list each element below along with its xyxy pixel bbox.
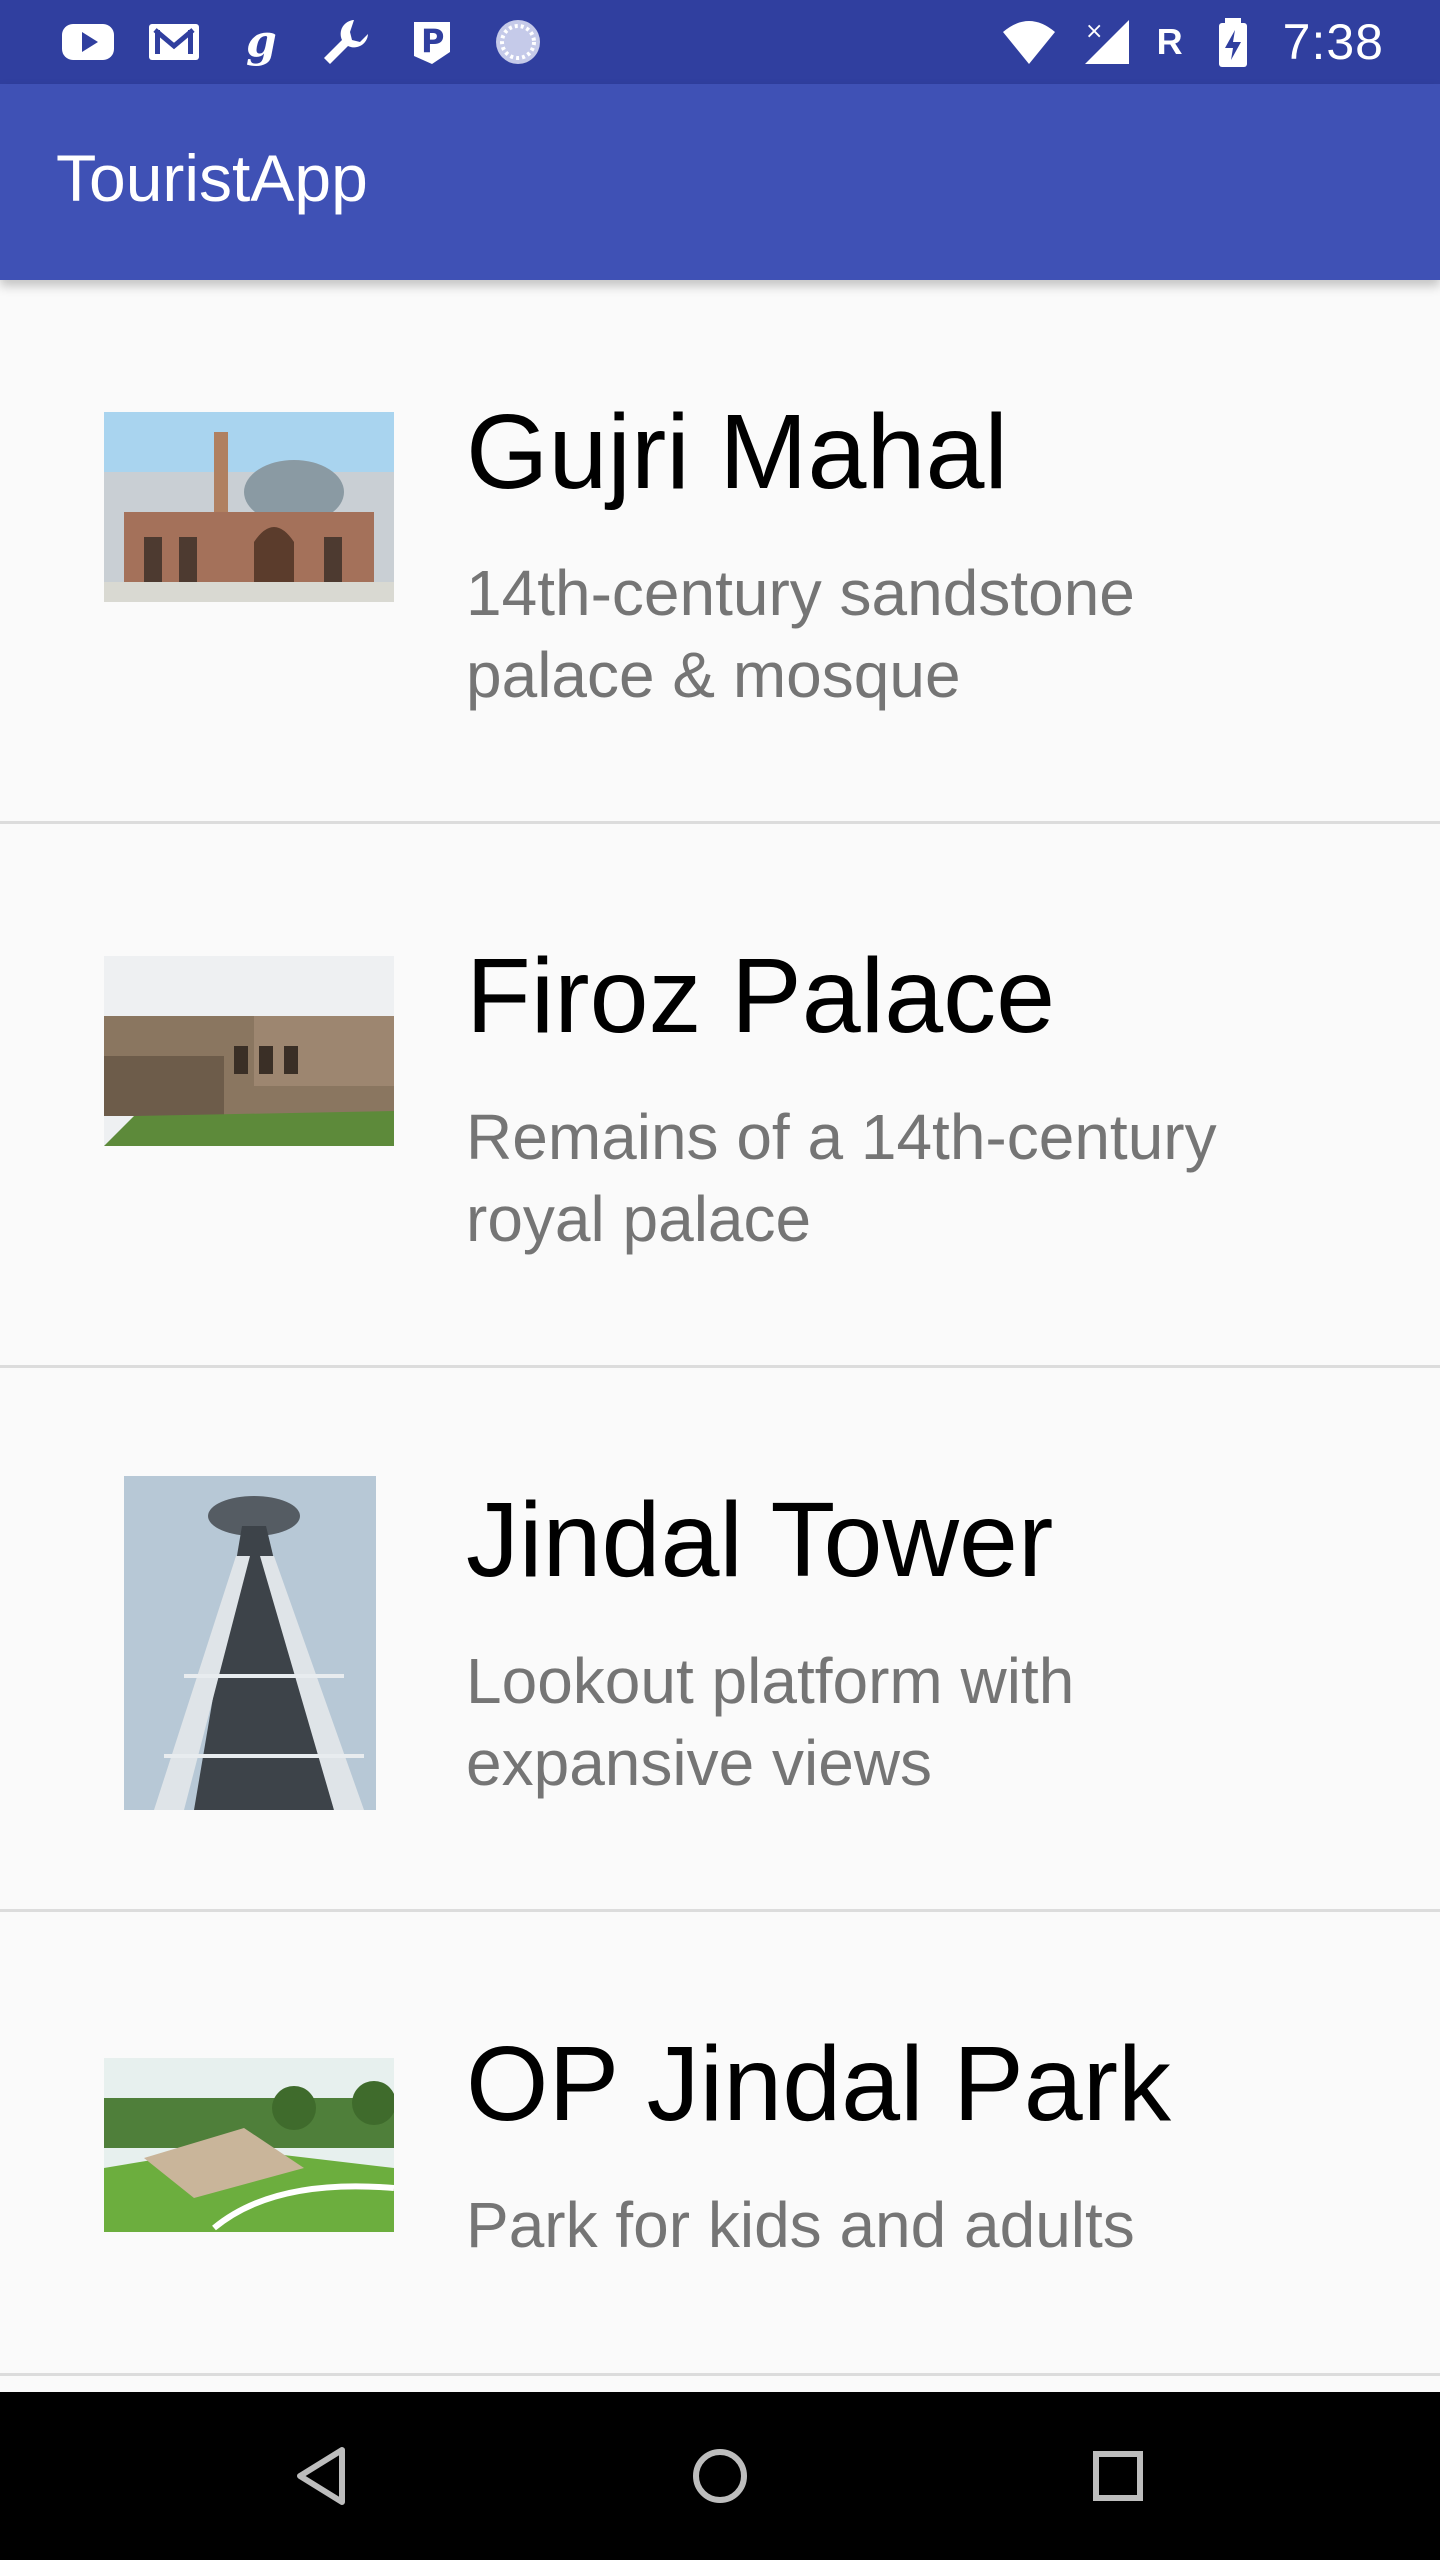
place-name: Firoz Palace (466, 937, 1056, 1055)
places-list: Gujri Mahal 14th-century sandstone palac… (0, 280, 1440, 2376)
status-bar: g P × R 7:38 (0, 0, 1440, 84)
app-title: TouristApp (56, 141, 368, 215)
p-icon: P (404, 14, 460, 70)
gmail-icon (146, 14, 202, 70)
svg-text:P: P (421, 22, 444, 60)
place-description: 14th-century sandstone palace & mosque (466, 557, 1135, 711)
wifi-icon (1001, 14, 1057, 70)
notification-icons: g P (60, 12, 546, 72)
place-name: OP Jindal Park (466, 2025, 1172, 2143)
back-icon[interactable] (282, 2436, 362, 2516)
list-item[interactable]: Gujri Mahal 14th-century sandstone palac… (0, 280, 1440, 824)
list-item[interactable]: Firoz Palace Remains of a 14th-century r… (0, 824, 1440, 1368)
clock: 7:38 (1282, 14, 1384, 70)
system-icons: × R 7:38 (1001, 12, 1384, 72)
battery-icon (1205, 14, 1261, 70)
place-description: Park for kids and adults (466, 2189, 1135, 2261)
app-toolbar: TouristApp (0, 84, 1440, 280)
op-jindal-park-image (104, 2058, 394, 2232)
gujri-mahal-image (104, 412, 394, 602)
home-icon[interactable] (680, 2436, 760, 2516)
place-description: Lookout platform with expansive views (466, 1645, 1075, 1799)
place-name: Jindal Tower (466, 1481, 1054, 1599)
signal-icon: × (1079, 14, 1135, 70)
g-icon: g (232, 14, 288, 70)
list-item[interactable]: OP Jindal Park Park for kids and adults (0, 1912, 1440, 2376)
svg-text:×: × (1085, 19, 1103, 44)
jindal-tower-image (124, 1476, 376, 1810)
youtube-icon (60, 14, 116, 70)
loading-icon (490, 14, 546, 70)
wrench-icon (318, 14, 374, 70)
navigation-bar (0, 2392, 1440, 2560)
list-item[interactable]: Jindal Tower Lookout platform with expan… (0, 1368, 1440, 1912)
svg-text:g: g (246, 16, 277, 67)
firoz-palace-image (104, 956, 394, 1146)
place-description: Remains of a 14th-century royal palace (466, 1101, 1217, 1255)
place-name: Gujri Mahal (466, 393, 1008, 511)
recents-icon[interactable] (1078, 2436, 1158, 2516)
roaming-indicator: R (1156, 21, 1183, 62)
